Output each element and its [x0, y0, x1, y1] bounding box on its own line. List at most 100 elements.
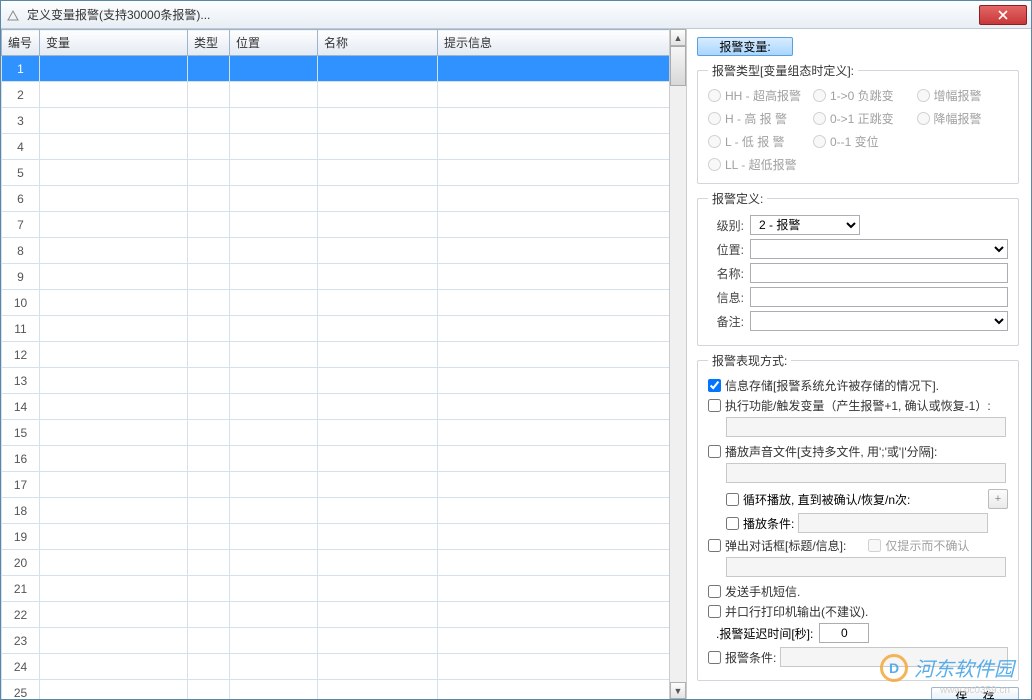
cell[interactable]: [438, 654, 686, 680]
cell[interactable]: [230, 264, 318, 290]
cell[interactable]: [318, 394, 438, 420]
cell[interactable]: [318, 238, 438, 264]
cell[interactable]: [438, 446, 686, 472]
cell[interactable]: [438, 186, 686, 212]
table-row[interactable]: 15: [2, 420, 686, 446]
cell[interactable]: [188, 186, 230, 212]
table-row[interactable]: 21: [2, 576, 686, 602]
cell[interactable]: [318, 82, 438, 108]
table-row[interactable]: 12: [2, 342, 686, 368]
radio-inc[interactable]: 增幅报警: [917, 87, 1009, 104]
cell[interactable]: [188, 680, 230, 700]
cell[interactable]: [40, 394, 188, 420]
table-row[interactable]: 6: [2, 186, 686, 212]
cell[interactable]: [438, 134, 686, 160]
cell[interactable]: [230, 550, 318, 576]
radio-0-1[interactable]: 0->1 正跳变: [813, 110, 905, 127]
cell[interactable]: [438, 56, 686, 82]
trigger-checkbox[interactable]: [708, 399, 721, 412]
cell[interactable]: [438, 264, 686, 290]
cell[interactable]: [40, 680, 188, 700]
cell[interactable]: [40, 602, 188, 628]
radio-dec[interactable]: 降幅报警: [917, 110, 1009, 127]
cell[interactable]: [318, 446, 438, 472]
cell[interactable]: [40, 134, 188, 160]
save-button[interactable]: 保 存: [931, 687, 1019, 699]
cell[interactable]: [230, 498, 318, 524]
cell[interactable]: [230, 628, 318, 654]
cell[interactable]: [318, 472, 438, 498]
cell[interactable]: [318, 576, 438, 602]
cell[interactable]: [318, 368, 438, 394]
cell[interactable]: [438, 82, 686, 108]
col-header-hint[interactable]: 提示信息: [438, 30, 686, 56]
close-button[interactable]: [979, 5, 1027, 25]
cell[interactable]: [318, 160, 438, 186]
cell[interactable]: [438, 420, 686, 446]
cond-checkbox[interactable]: [708, 651, 721, 664]
cell[interactable]: [438, 368, 686, 394]
cell[interactable]: [40, 342, 188, 368]
cell[interactable]: [188, 134, 230, 160]
cell[interactable]: [438, 238, 686, 264]
cell[interactable]: [188, 420, 230, 446]
col-header-type[interactable]: 类型: [188, 30, 230, 56]
cell[interactable]: [188, 342, 230, 368]
cell[interactable]: [188, 316, 230, 342]
cell[interactable]: [40, 654, 188, 680]
cell[interactable]: [438, 498, 686, 524]
cell[interactable]: [318, 420, 438, 446]
cell[interactable]: [438, 524, 686, 550]
cell[interactable]: [230, 186, 318, 212]
sms-checkbox[interactable]: [708, 585, 721, 598]
sound-checkbox[interactable]: [708, 445, 721, 458]
table-row[interactable]: 1: [2, 56, 686, 82]
cell[interactable]: [230, 420, 318, 446]
cell[interactable]: [188, 160, 230, 186]
radio-h[interactable]: H - 高 报 警: [708, 110, 801, 127]
cell[interactable]: [230, 524, 318, 550]
cell[interactable]: [438, 160, 686, 186]
table-row[interactable]: 4: [2, 134, 686, 160]
table-row[interactable]: 23: [2, 628, 686, 654]
table-row[interactable]: 8: [2, 238, 686, 264]
plus-button[interactable]: +: [988, 489, 1008, 509]
table-row[interactable]: 13: [2, 368, 686, 394]
cell[interactable]: [318, 212, 438, 238]
cell[interactable]: [40, 290, 188, 316]
cell[interactable]: [40, 160, 188, 186]
cell[interactable]: [40, 446, 188, 472]
cell[interactable]: [438, 316, 686, 342]
cell[interactable]: [40, 186, 188, 212]
cell[interactable]: [438, 602, 686, 628]
dialog-checkbox[interactable]: [708, 539, 721, 552]
cell[interactable]: [230, 680, 318, 700]
table-row[interactable]: 24: [2, 654, 686, 680]
cell[interactable]: [40, 420, 188, 446]
cell[interactable]: [188, 446, 230, 472]
cell[interactable]: [230, 56, 318, 82]
cell[interactable]: [188, 498, 230, 524]
cell[interactable]: [188, 628, 230, 654]
cell[interactable]: [230, 472, 318, 498]
radio-hh[interactable]: HH - 超高报警: [708, 87, 801, 104]
scroll-up-button[interactable]: ▲: [670, 29, 686, 46]
table-row[interactable]: 11: [2, 316, 686, 342]
cell[interactable]: [230, 134, 318, 160]
cell[interactable]: [438, 550, 686, 576]
cell[interactable]: [230, 368, 318, 394]
table-row[interactable]: 19: [2, 524, 686, 550]
cell[interactable]: [318, 186, 438, 212]
cell[interactable]: [438, 628, 686, 654]
cell[interactable]: [40, 628, 188, 654]
cell[interactable]: [318, 498, 438, 524]
cell[interactable]: [188, 576, 230, 602]
print-checkbox[interactable]: [708, 605, 721, 618]
cell[interactable]: [318, 108, 438, 134]
table-row[interactable]: 22: [2, 602, 686, 628]
radio-1-0[interactable]: 1->0 负跳变: [813, 87, 905, 104]
cell[interactable]: [188, 472, 230, 498]
cell[interactable]: [188, 56, 230, 82]
cell[interactable]: [188, 264, 230, 290]
table-row[interactable]: 5: [2, 160, 686, 186]
